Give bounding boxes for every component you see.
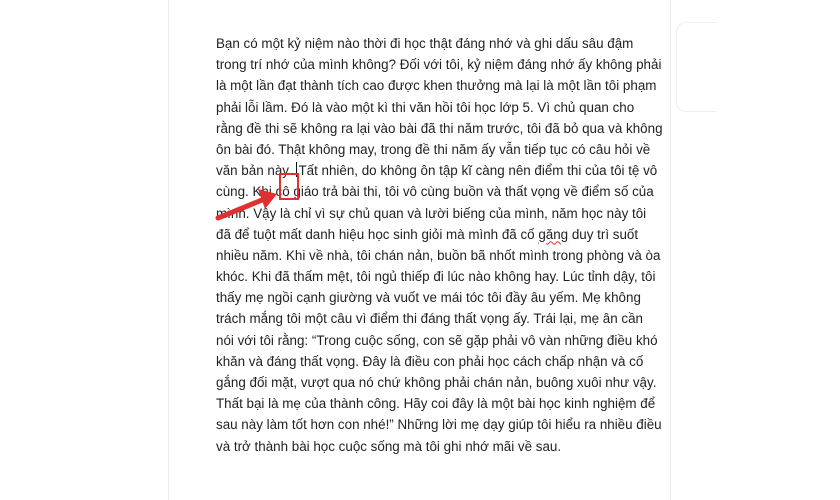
document-viewport: Bạn có một kỷ niệm nào thời đi học thật … bbox=[0, 0, 840, 500]
document-line: rằng đề thi sẽ không ra lại vào bài đã t… bbox=[216, 120, 663, 136]
page-right-edge bbox=[670, 0, 671, 500]
misspelled-word[interactable]: găng bbox=[538, 227, 568, 242]
sentence-fragment: duy trì suốt bbox=[568, 226, 639, 242]
document-line: nói với tôi rằng: “Trong cuộc sống, con … bbox=[216, 332, 658, 348]
document-line: nhiều năm. Khi về nhà, tôi chán nản, buồ… bbox=[216, 247, 661, 263]
document-line: khăn và đáng thất vọng. Đây là điều con … bbox=[216, 353, 644, 369]
page-left-edge bbox=[168, 0, 169, 500]
document-line: Bạn có một kỷ niệm nào thời đi học thật … bbox=[216, 36, 634, 51]
document-line: trong trí nhớ của mình không? Đối với tô… bbox=[216, 57, 662, 73]
document-line: gắng đối mặt, vượt qua nó chứ không phải… bbox=[216, 375, 657, 390]
document-line: khóc. Khi đã thấm mệt, tôi ngủ thiếp đi … bbox=[216, 269, 656, 285]
document-line: phải lỗi lầm. Đó là vào một kì thi văn h… bbox=[216, 99, 635, 115]
sentence-fragment: đã để tuột mất danh hiệu học sinh giỏi m… bbox=[216, 226, 539, 242]
document-line: và trở thành bài học cuộc sống mà tôi gh… bbox=[216, 438, 562, 454]
document-line: sau này làm tốt hơn con nhé!” Những lời … bbox=[216, 417, 662, 433]
sentence-fragment: Tất nhiên, do không ôn tập kĩ càng nên đ… bbox=[298, 163, 658, 179]
red-arrow-icon bbox=[215, 189, 277, 221]
document-line: thấy mẹ ngồi cạnh giường và vuốt ve mái … bbox=[216, 290, 641, 306]
document-line: trách mắng tôi một câu vì điểm thi đáng … bbox=[216, 311, 643, 327]
document-line: là một lần đạt thành tích cao được khen … bbox=[216, 78, 657, 94]
document-body[interactable]: Bạn có một kỷ niệm nào thời đi học thật … bbox=[216, 33, 663, 457]
side-panel-tab[interactable] bbox=[676, 22, 717, 112]
document-line: Thất bại là mẹ của thành công. Hãy coi đ… bbox=[216, 396, 656, 412]
document-line: ôn bài đó. Thật không may, trong đề thi … bbox=[216, 141, 651, 157]
